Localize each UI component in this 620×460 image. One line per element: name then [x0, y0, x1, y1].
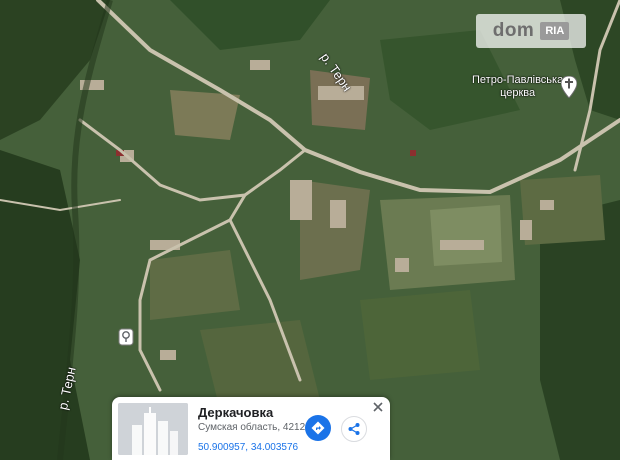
close-icon [373, 402, 383, 412]
directions-icon [311, 421, 325, 435]
dom-ria-watermark: dom RIA [476, 14, 586, 48]
place-name: Деркачовка [198, 405, 274, 420]
church-label-text: Петро-Павлівська церква [472, 74, 564, 99]
place-coordinates[interactable]: 50.900957, 34.003576 [198, 442, 298, 453]
church-icon[interactable] [561, 76, 577, 98]
place-card: Деркачовка Сумская область, 42123 50.900… [112, 397, 390, 460]
directions-button[interactable] [305, 415, 331, 441]
building-placeholder-icon [118, 403, 188, 455]
place-address: Сумская область, 42123 [198, 422, 311, 433]
map-imagery [0, 0, 620, 460]
place-pin-icon[interactable] [118, 328, 134, 346]
share-button[interactable] [341, 416, 367, 442]
close-button[interactable] [370, 399, 386, 415]
church-label[interactable]: Петро-Павлівська церква [472, 74, 563, 100]
share-icon [348, 423, 360, 435]
watermark-brand: dom [492, 20, 535, 41]
satellite-map[interactable]: р. Терн р. Терн Петро-Павлівська церква … [0, 0, 620, 460]
watermark-brand-sub: RIA [540, 22, 570, 40]
place-thumbnail[interactable] [118, 403, 188, 455]
